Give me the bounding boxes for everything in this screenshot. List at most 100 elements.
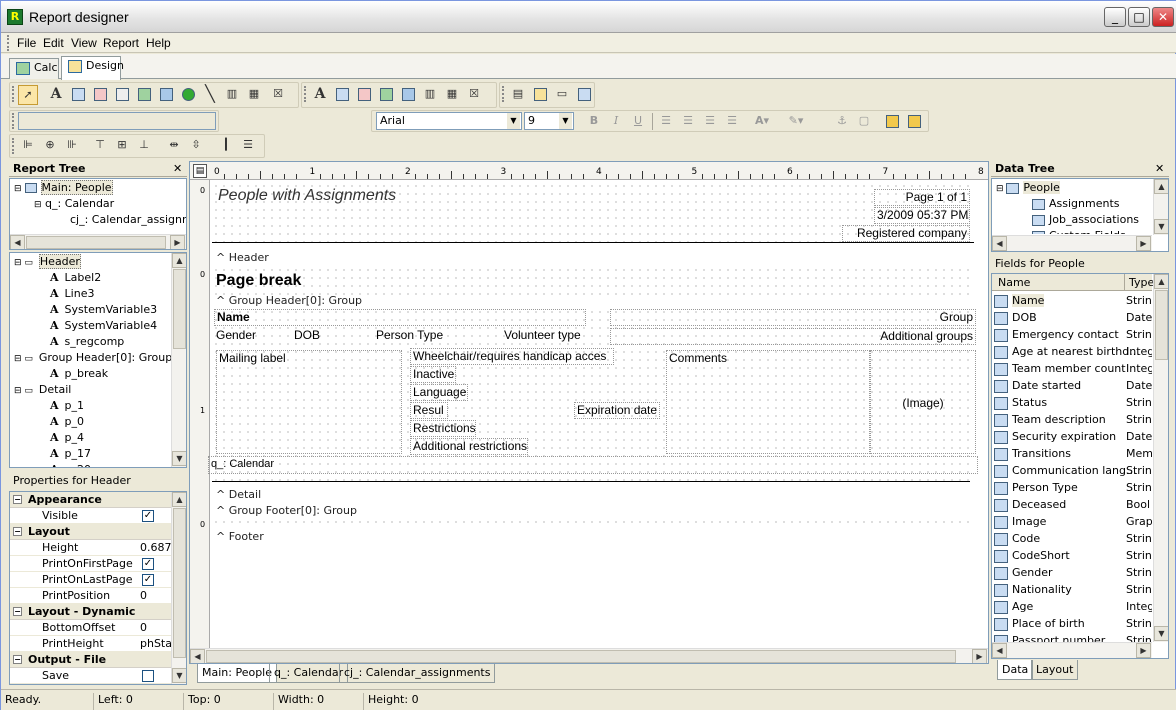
font-name-select[interactable]: Arial ▼ [376,112,522,130]
space-horiz-icon[interactable]: ⇹ [164,136,184,156]
scroll-thumb[interactable] [1155,290,1168,360]
scroll-left-icon[interactable]: ◀ [190,649,205,663]
line-tool-icon[interactable]: ╲ [200,85,220,105]
tree-node[interactable]: A Label2 [50,270,101,286]
vertical-scrollbar[interactable]: ▲ ▼ [1153,274,1168,642]
richtext-tool-icon[interactable] [90,85,110,105]
scroll-up-icon[interactable]: ▲ [172,492,186,507]
db-barcode-tool-icon[interactable]: ▥ [420,85,440,105]
inactive-field[interactable]: Inactive [410,366,456,383]
tree-node[interactable]: Ap_0 [50,414,84,430]
property-checkbox[interactable]: ✓ [142,510,154,522]
scroll-up-icon[interactable]: ▲ [172,253,186,268]
tree-node-main[interactable]: ⊟ Main: People [14,180,113,196]
tab-calc[interactable]: Calc [9,58,59,79]
tree-node-calendar[interactable]: ⊟ q_: Calendar [34,196,114,212]
data-tree-node[interactable]: Assignments [1032,196,1120,212]
scroll-down-icon[interactable]: ▼ [172,668,186,683]
component-selector[interactable] [18,112,216,130]
property-row[interactable]: Visible ✓ [10,508,186,524]
close-icon[interactable]: ✕ [1155,162,1164,175]
image-tool-icon[interactable] [156,85,176,105]
chevron-down-icon[interactable]: ▼ [507,113,520,129]
registered-company-field[interactable]: Registered company [842,225,970,242]
page-tool-icon[interactable] [68,85,88,105]
scroll-thumb[interactable] [206,650,956,663]
same-height-icon[interactable]: ☰ [238,136,258,156]
restrictions-field[interactable]: Restrictions [410,420,476,437]
calendar-subreport[interactable]: q_: Calendar [208,456,978,474]
calc-tool-icon[interactable] [134,85,154,105]
underline-button[interactable]: U [628,112,648,132]
minimize-button[interactable]: _ [1104,7,1126,27]
field-row[interactable]: Emergency contact String [994,326,1152,343]
vertical-scrollbar[interactable]: ▲ ▼ [1153,179,1168,235]
property-row[interactable]: Save [10,668,186,684]
person-type-field[interactable]: Person Type [374,328,500,343]
scroll-down-icon[interactable]: ▼ [172,451,186,466]
col-name-header[interactable]: Name [998,276,1030,289]
property-category[interactable]: − Layout - Dynamic [10,604,186,620]
detail-line[interactable] [212,481,970,482]
tab-cj-calendar-assignments[interactable]: cj_: Calendar_assignments [339,664,496,683]
tree-node[interactable]: Ap_break [50,366,108,382]
scroll-up-icon[interactable]: ▲ [1154,179,1168,194]
resul-field[interactable]: Resul [410,402,448,419]
scroll-thumb[interactable] [26,236,166,249]
italic-button[interactable]: I [606,112,626,132]
space-vert-icon[interactable]: ⇳ [186,136,206,156]
barcode-tool-icon[interactable]: ▥ [222,85,242,105]
chevron-down-icon[interactable]: ▼ [559,113,572,129]
align-centers-icon[interactable]: ⊕ [40,136,60,156]
tree-node[interactable]: A SystemVariable4 [50,318,157,334]
toolbar-grip[interactable] [12,138,15,154]
field-row[interactable]: Team member count Integ [994,360,1152,377]
tree-node[interactable]: ⊟ ▭ Detail [14,382,71,398]
tab-data[interactable]: Data [997,660,1034,680]
toolbar-grip[interactable] [502,86,505,102]
header-line[interactable] [212,242,974,243]
property-row[interactable]: PrintHeight phStatic [10,636,186,652]
font-color-icon[interactable]: A▾ [752,112,772,132]
align-bottoms-icon[interactable]: ⊥ [134,136,154,156]
align-tops-icon[interactable]: ⊤ [90,136,110,156]
bold-button[interactable]: B [584,112,604,132]
language-field[interactable]: Language [410,384,468,401]
gender-field[interactable]: Gender [214,328,290,343]
same-width-icon[interactable]: ▕▏ [216,136,236,156]
field-row[interactable]: Age Integ [994,598,1152,615]
menu-edit[interactable]: Edit [43,36,64,50]
dob-field[interactable]: DOB [292,328,372,343]
design-canvas[interactable]: ▤ 0 1 2 3 4 5 6 7 8 0 0 1 0 People with Assignme… [189,161,989,664]
field-row[interactable]: Place of birth String [994,615,1152,632]
property-category[interactable]: − Appearance [10,492,186,508]
scroll-right-icon[interactable]: ▶ [170,235,185,249]
property-row[interactable]: PrintOnLastPage ✓ [10,572,186,588]
anchor-icon[interactable]: ⚓ [832,112,852,132]
tree-node[interactable]: Ap_1 [50,398,84,414]
region-tool-icon[interactable]: ▭ [552,85,572,105]
field-row[interactable]: Passport number String [994,632,1152,642]
field-row[interactable]: Team description String [994,411,1152,428]
horizontal-scrollbar[interactable]: ◀ ▶ [10,234,186,249]
field-row[interactable]: Image Grap [994,513,1152,530]
wheelchair-field[interactable]: Wheelchair/requires handicap acces [410,348,614,365]
detail-band-label[interactable]: ^ Detail [216,488,261,501]
toolbar-grip[interactable] [12,113,15,129]
highlight-color-icon[interactable]: ✎▾ [786,112,806,132]
property-checkbox[interactable]: ✓ [142,558,154,570]
volunteer-type-field[interactable]: Volunteer type [502,328,584,343]
menu-view[interactable]: View [71,36,97,50]
footer-band-label[interactable]: ^ Footer [216,530,264,543]
data-tree-node[interactable]: Custom Fields [1032,228,1126,234]
tree-node[interactable]: A Line3 [50,286,94,302]
property-category[interactable]: − Output - File [10,652,186,668]
align-left-icon[interactable]: ☰ [656,112,676,132]
data-tree-node[interactable]: Job_associations [1032,212,1139,228]
collapse-icon[interactable]: − [13,607,22,616]
expiration-date-field[interactable]: Expiration date [574,402,660,419]
scroll-left-icon[interactable]: ◀ [992,236,1007,251]
field-row[interactable]: Age at nearest birthd... Integ [994,343,1152,360]
scroll-down-icon[interactable]: ▼ [1154,626,1168,641]
report-title-label[interactable]: People with Assignments [216,186,398,206]
